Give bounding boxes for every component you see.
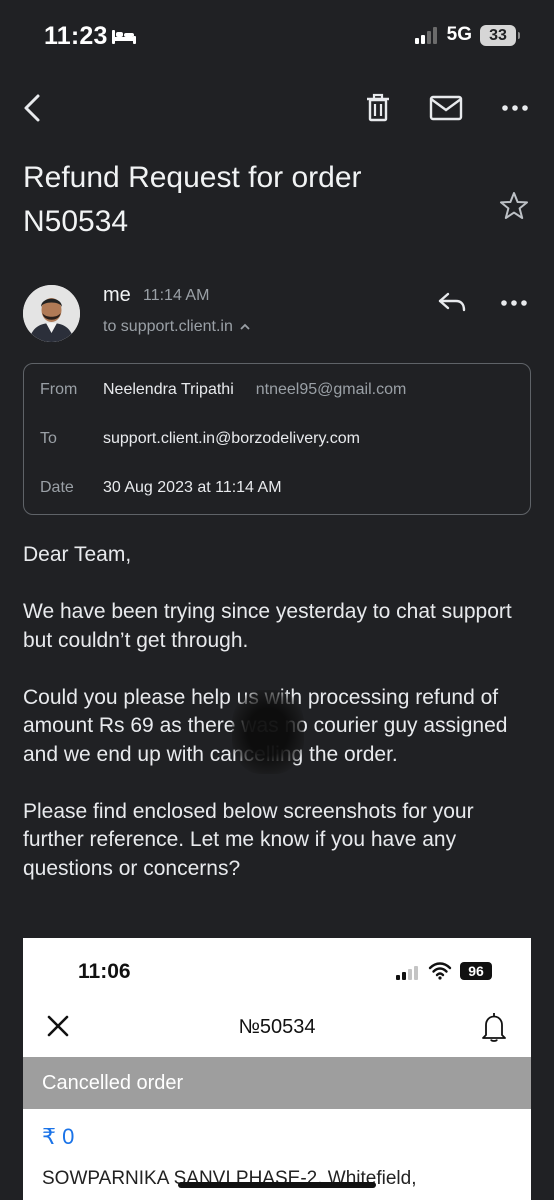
to-address[interactable]: support.client.in@borzodelivery.com (103, 430, 360, 448)
status-time: 11:23 (44, 22, 108, 50)
from-email[interactable]: ntneel95@gmail.com (256, 381, 407, 399)
star-icon[interactable] (498, 190, 530, 222)
embedded-status-time: 11:06 (78, 960, 131, 983)
battery-indicator: 33 (480, 24, 520, 46)
status-right-group: 5G 33 (414, 24, 520, 46)
embedded-screenshot-image[interactable]: 11:06 96 №50534 Cancelled order ₹ 0 SOWP… (23, 938, 531, 1200)
embedded-order-number: №50534 (238, 1016, 316, 1038)
email-toolbar (0, 86, 554, 130)
embedded-price: ₹ 0 (42, 1124, 75, 1149)
recipients-summary[interactable]: to support.client.in (103, 318, 251, 336)
more-options-icon[interactable] (498, 94, 532, 122)
sent-time: 11:14 AM (143, 287, 210, 304)
reply-icon[interactable] (436, 288, 468, 316)
message-more-icon[interactable] (498, 290, 530, 316)
from-label: From (40, 381, 78, 398)
network-type: 5G (446, 24, 472, 45)
embedded-battery: 96 (460, 962, 492, 980)
embedded-signal-icon (396, 966, 418, 980)
avatar-photo-icon (23, 285, 80, 342)
wifi-icon (428, 962, 452, 980)
mark-unread-mail-icon[interactable] (428, 94, 464, 122)
chevron-up-icon (240, 323, 250, 330)
from-name[interactable]: Neelendra Tripathi (103, 381, 234, 399)
details-to-row: To support.client.in@borzodelivery.com (40, 430, 360, 448)
status-bar: 11:23 5G 33 (0, 0, 554, 72)
body-paragraph: We have been trying since yesterday to c… (23, 600, 512, 652)
sender-name: me (103, 284, 131, 306)
body-paragraph: Please find enclosed below screenshots f… (23, 799, 474, 880)
body-paragraph: Dear Team, (23, 543, 132, 566)
bell-icon (482, 1013, 506, 1042)
sleep-focus-icon (112, 30, 136, 44)
cellular-signal-icon (414, 26, 437, 44)
redaction-smudge (232, 690, 304, 774)
date-value: 30 Aug 2023 at 11:14 AM (103, 479, 282, 496)
trash-icon[interactable] (362, 92, 394, 124)
cancelled-order-banner: Cancelled order (23, 1057, 531, 1109)
details-date-row: Date 30 Aug 2023 at 11:14 AM (40, 479, 282, 497)
recipients-text: to support.client.in (103, 318, 233, 335)
date-label: Date (40, 479, 74, 496)
to-label: To (40, 430, 57, 447)
back-arrow-icon[interactable] (18, 90, 48, 126)
email-subject: Refund Request for order N50534 (23, 161, 362, 238)
sender-avatar[interactable] (23, 285, 80, 342)
details-from-row: From Neelendra Tripathi ntneel95@gmail.c… (40, 381, 406, 399)
home-indicator[interactable] (178, 1182, 376, 1188)
email-details-box: From Neelendra Tripathi ntneel95@gmail.c… (23, 363, 531, 515)
